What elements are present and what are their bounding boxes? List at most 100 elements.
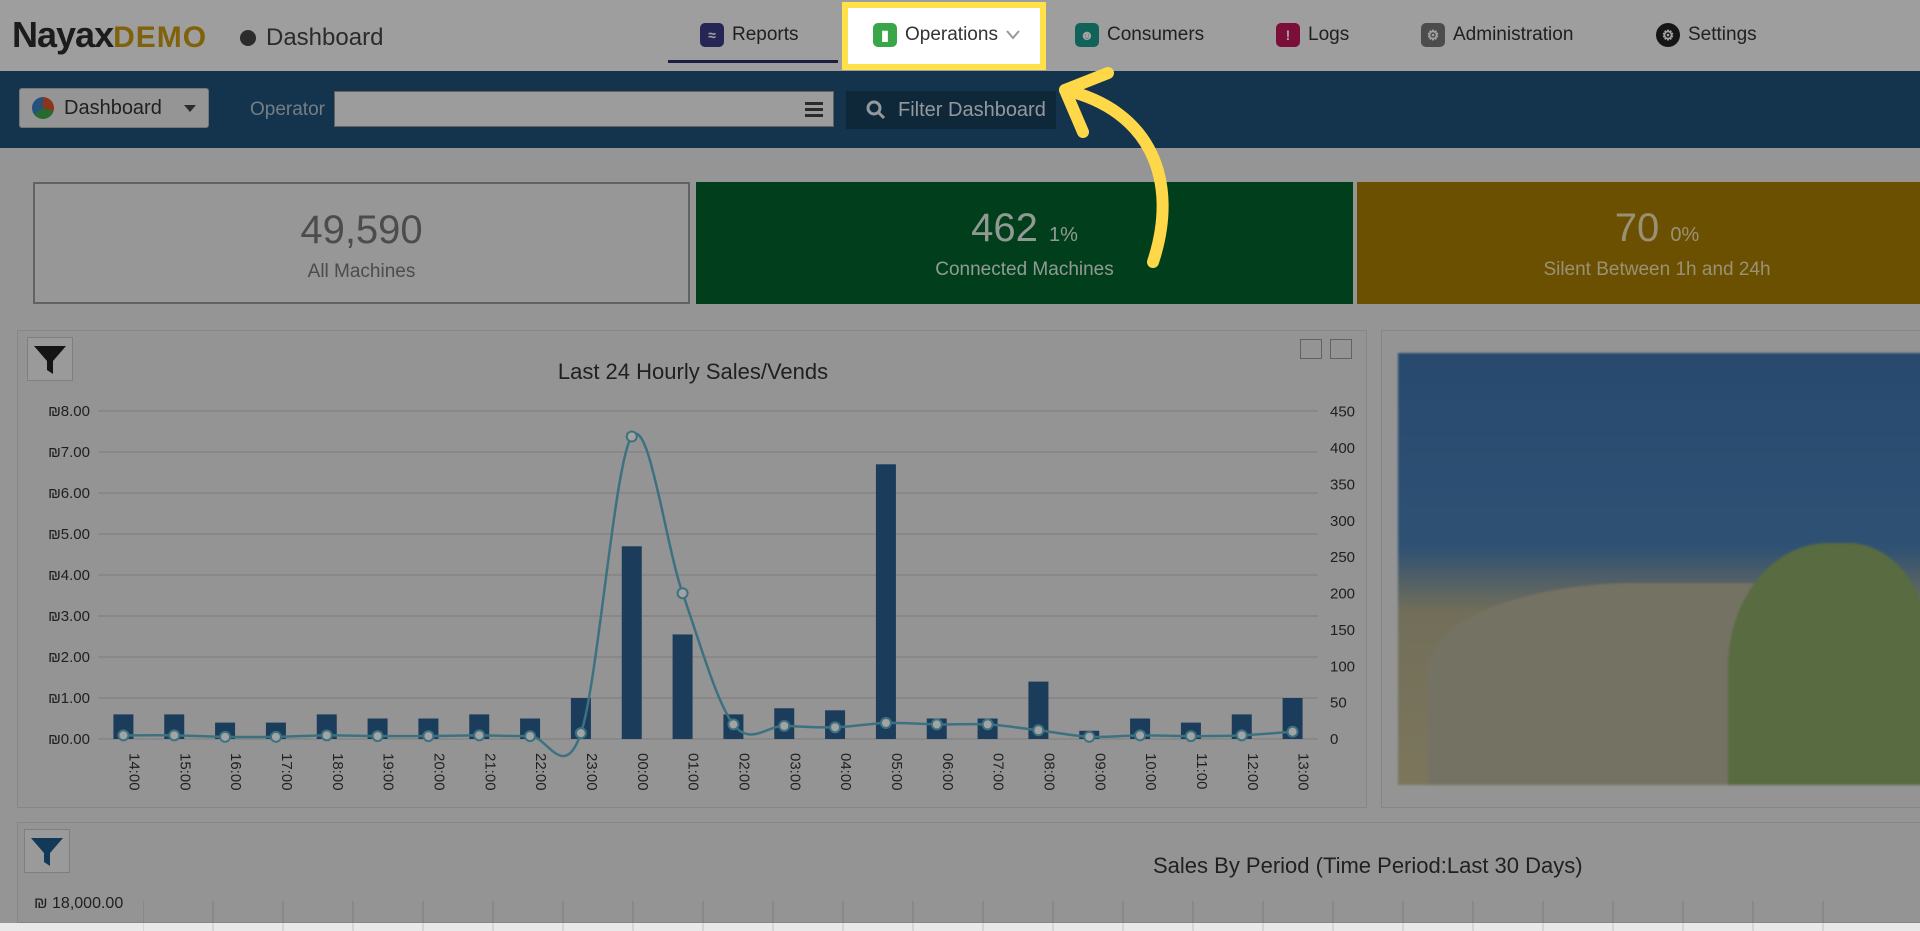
vends-point — [269, 730, 282, 743]
y-right-tick-label: 400 — [1330, 440, 1355, 457]
y-left-tick-label: ₪4.00 — [48, 567, 90, 584]
x-tick-label: 03:00 — [786, 753, 803, 791]
x-tick-label: 15:00 — [176, 753, 193, 791]
vends-point — [320, 729, 333, 742]
x-tick-label: 04:00 — [837, 753, 854, 791]
stat-percent: 0% — [1670, 224, 1700, 246]
x-tick-label: 18:00 — [329, 753, 346, 791]
consumers-icon: ☻ — [1075, 23, 1099, 47]
vends-point — [574, 727, 587, 740]
stat-label: Silent Between 1h and 24h — [1543, 259, 1771, 280]
bullet-icon — [240, 30, 256, 46]
vends-point — [219, 730, 232, 743]
x-tick-label: 14:00 — [125, 753, 142, 791]
page-title: Dashboard — [266, 24, 384, 51]
x-tick-label: 13:00 — [1295, 753, 1312, 791]
bottom-y-tick: ₪ 18,000.00 — [34, 895, 124, 912]
stat-label: Connected Machines — [935, 259, 1114, 280]
silent-machines-card[interactable]: 70 0% Silent Between 1h and 24h — [1357, 182, 1920, 304]
vends-point — [524, 730, 537, 743]
dashboard-selector[interactable]: Dashboard — [19, 88, 209, 128]
funnel-icon — [31, 838, 63, 866]
operator-label: Operator — [250, 99, 325, 120]
nayax-logo[interactable]: NayaxDEMO — [12, 14, 207, 56]
nav-reports[interactable]: ≈ Reports — [700, 18, 799, 52]
operator-input[interactable] — [334, 91, 834, 127]
chevron-down-icon — [1006, 30, 1020, 40]
nav-administration-label: Administration — [1453, 24, 1574, 45]
y-left-tick-label: ₪6.00 — [48, 485, 90, 502]
y-right-tick-label: 450 — [1330, 404, 1355, 421]
y-right-tick-label: 300 — [1330, 513, 1355, 530]
x-tick-label: 07:00 — [990, 753, 1007, 791]
x-tick-label: 10:00 — [1142, 753, 1159, 791]
vends-point — [676, 587, 689, 600]
vends-point — [727, 718, 740, 731]
stat-value: 70 — [1614, 206, 1660, 250]
nav-operations[interactable]: ▮ Operations — [873, 18, 1020, 52]
x-tick-label: 21:00 — [481, 753, 498, 791]
hourly-sales-chart: ₪0.00 ₪1.00 ₪2.00 ₪3.00 ₪4.00 ₪5.00 ₪6.00 ₪7.00… — [48, 403, 1355, 791]
vends-point — [625, 430, 638, 443]
x-tick-label: 11:00 — [1193, 753, 1210, 789]
x-tick-label: 01:00 — [685, 753, 702, 791]
active-tab-indicator — [668, 60, 838, 63]
y-right-tick-label: 50 — [1330, 695, 1347, 712]
x-tick-label: 19:00 — [380, 753, 397, 791]
y-right-tick-label: 350 — [1330, 476, 1355, 493]
nav-logs[interactable]: ! Logs — [1276, 18, 1349, 52]
x-tick-label: 16:00 — [227, 753, 244, 791]
x-tick-label: 12:00 — [1244, 753, 1261, 791]
bottom-filter-button[interactable] — [24, 829, 70, 873]
administration-icon: ⚙ — [1421, 23, 1445, 47]
x-tick-label: 00:00 — [634, 753, 651, 791]
all-machines-card[interactable]: 49,590 All Machines — [33, 182, 690, 304]
vends-point — [371, 730, 384, 743]
nav-administration[interactable]: ⚙ Administration — [1421, 18, 1573, 52]
logs-icon: ! — [1276, 23, 1300, 47]
nav-consumers[interactable]: ☻ Consumers — [1075, 18, 1204, 52]
y-right-tick-label: 100 — [1330, 658, 1355, 675]
x-tick-label: 06:00 — [939, 753, 956, 791]
chevron-down-icon — [184, 104, 196, 112]
filter-dashboard-button[interactable]: Filter Dashboard — [846, 91, 1056, 129]
stat-value: 462 — [971, 206, 1038, 250]
y-right-tick-label: 250 — [1330, 549, 1355, 566]
x-tick-label: 08:00 — [1040, 753, 1057, 791]
connected-machines-card[interactable]: 462 1% Connected Machines — [696, 182, 1353, 304]
map-panel — [1381, 330, 1920, 808]
vends-point — [1134, 729, 1147, 742]
vends-point — [473, 729, 486, 742]
y-left-tick-label: ₪3.00 — [48, 608, 90, 625]
breadcrumb: Dashboard — [240, 24, 383, 52]
vends-point — [1032, 724, 1045, 737]
vends-line — [123, 432, 1293, 758]
x-tick-label: 09:00 — [1091, 753, 1108, 791]
chart-bar — [875, 464, 896, 739]
nav-reports-label: Reports — [732, 24, 799, 45]
y-right-tick-label: 150 — [1330, 622, 1355, 639]
nav-operations-label: Operations — [905, 24, 998, 45]
y-right-tick-label: 200 — [1330, 586, 1355, 603]
stat-value: 49,590 — [300, 208, 423, 252]
dashboard-selector-label: Dashboard — [64, 96, 162, 119]
hourly-sales-panel: Last 24 Hourly Sales/Vends ₪0.00 ₪1.00 ₪2.… — [17, 330, 1367, 808]
nav-consumers-label: Consumers — [1107, 24, 1205, 45]
machines-map[interactable] — [1398, 353, 1920, 785]
vends-point — [422, 730, 435, 743]
search-icon — [866, 100, 886, 120]
list-icon[interactable] — [805, 102, 823, 118]
stat-percent: 1% — [1048, 224, 1078, 246]
vends-point — [1083, 730, 1096, 743]
settings-icon: ⚙ — [1656, 23, 1680, 47]
filter-dashboard-label: Filter Dashboard — [898, 98, 1046, 121]
y-left-tick-label: ₪1.00 — [48, 690, 90, 707]
x-tick-label: 22:00 — [532, 753, 549, 791]
vends-point — [168, 729, 181, 742]
vends-point — [879, 716, 892, 729]
x-tick-label: 17:00 — [278, 753, 295, 791]
nav-settings-label: Settings — [1688, 24, 1757, 45]
nav-logs-label: Logs — [1308, 24, 1350, 45]
nav-settings[interactable]: ⚙ Settings — [1656, 18, 1757, 52]
y-left-tick-label: ₪2.00 — [48, 649, 90, 666]
